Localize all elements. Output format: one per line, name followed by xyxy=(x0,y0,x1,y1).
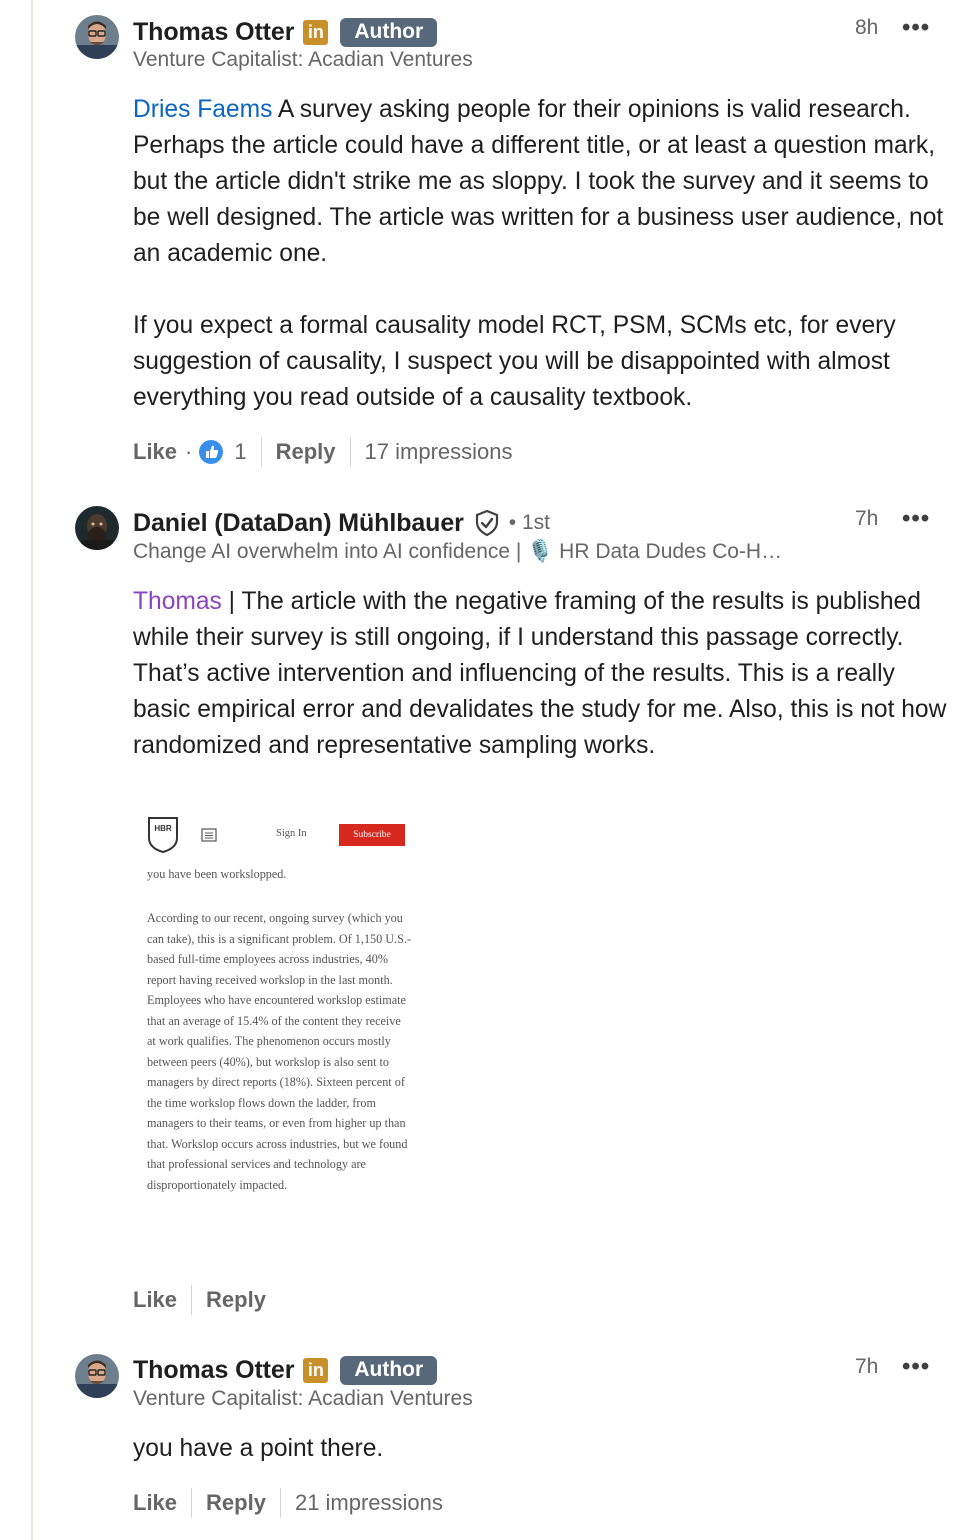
comment-paragraph: If you expect a formal causality model R… xyxy=(133,312,896,411)
mention-link[interactable]: Thomas xyxy=(133,588,222,615)
separator-dot: · xyxy=(185,439,193,464)
divider xyxy=(349,437,351,467)
author-badge: Author xyxy=(340,1355,438,1385)
like-button[interactable]: Like xyxy=(133,439,177,465)
avatar[interactable] xyxy=(75,15,119,59)
like-button[interactable]: Like xyxy=(133,1490,177,1516)
author-name[interactable]: Daniel (DataDan) Mühlbauer xyxy=(133,509,464,538)
more-options-icon[interactable]: ••• xyxy=(902,14,930,42)
subscribe-button: Subscribe xyxy=(339,824,405,846)
author-name[interactable]: Thomas Otter xyxy=(133,1356,294,1385)
comment-actions: Like · 1 Reply 17 impressions xyxy=(133,436,512,468)
connection-degree: • 1st xyxy=(508,511,550,534)
comment-paragraph: Dries Faems A survey asking people for t… xyxy=(133,96,944,267)
comment-body: Dries Faems A survey asking people for t… xyxy=(133,92,948,416)
thread-line xyxy=(31,0,33,1540)
divider xyxy=(191,1488,193,1518)
linkedin-icon: in xyxy=(303,1357,329,1383)
attachment-body: According to our recent, ongoing survey … xyxy=(147,911,412,1192)
reply-button[interactable]: Reply xyxy=(276,439,336,465)
impressions-count: 17 impressions xyxy=(364,439,513,464)
reaction-count[interactable]: 1 xyxy=(234,439,246,465)
comment-body: you have a point there. xyxy=(133,1431,948,1467)
divider xyxy=(260,437,262,467)
mention-link[interactable]: Dries Faems xyxy=(133,96,272,123)
svg-text:HBR: HBR xyxy=(154,824,172,833)
comment-header: Thomas Otter in Author xyxy=(133,15,438,49)
avatar[interactable] xyxy=(75,1354,119,1398)
timestamp: 8h xyxy=(855,16,879,39)
attachment-lead-line: you have been workslopped. xyxy=(147,867,287,881)
comment-header: Daniel (DataDan) Mühlbauer • 1st xyxy=(133,506,550,540)
more-options-icon[interactable]: ••• xyxy=(902,505,930,533)
divider xyxy=(279,1488,281,1518)
comment-header: Thomas Otter in Author xyxy=(133,1353,438,1387)
timestamp: 7h xyxy=(855,507,879,530)
hbr-logo-icon: HBR xyxy=(148,817,178,854)
sign-in-link: Sign In xyxy=(276,828,307,839)
avatar[interactable] xyxy=(75,506,119,550)
reply-button[interactable]: Reply xyxy=(206,1287,266,1313)
more-options-icon[interactable]: ••• xyxy=(902,1353,930,1381)
verified-shield-icon xyxy=(475,509,498,537)
comment-paragraph: you have a point there. xyxy=(133,1435,384,1462)
comment-body: Thomas | The article with the negative f… xyxy=(133,584,948,764)
divider xyxy=(191,1285,193,1315)
comment-paragraph: Thomas | The article with the negative f… xyxy=(133,588,947,759)
like-button[interactable]: Like xyxy=(133,1287,177,1313)
author-name[interactable]: Thomas Otter xyxy=(133,18,294,47)
linkedin-icon: in xyxy=(303,19,329,45)
reply-button[interactable]: Reply xyxy=(206,1490,266,1516)
comment-actions: Like Reply xyxy=(133,1284,266,1316)
menu-icon xyxy=(201,828,217,842)
impressions-count: 21 impressions xyxy=(294,1490,443,1515)
comment-actions: Like Reply 21 impressions xyxy=(133,1487,443,1519)
timestamp: 7h xyxy=(855,1355,879,1378)
like-reaction-icon[interactable] xyxy=(198,439,224,465)
author-headline: Venture Capitalist: Acadian Ventures xyxy=(133,1387,473,1410)
author-headline: Venture Capitalist: Acadian Ventures xyxy=(133,48,473,71)
author-headline: Change AI overwhelm into AI confidence |… xyxy=(133,540,783,563)
author-badge: Author xyxy=(340,17,438,47)
